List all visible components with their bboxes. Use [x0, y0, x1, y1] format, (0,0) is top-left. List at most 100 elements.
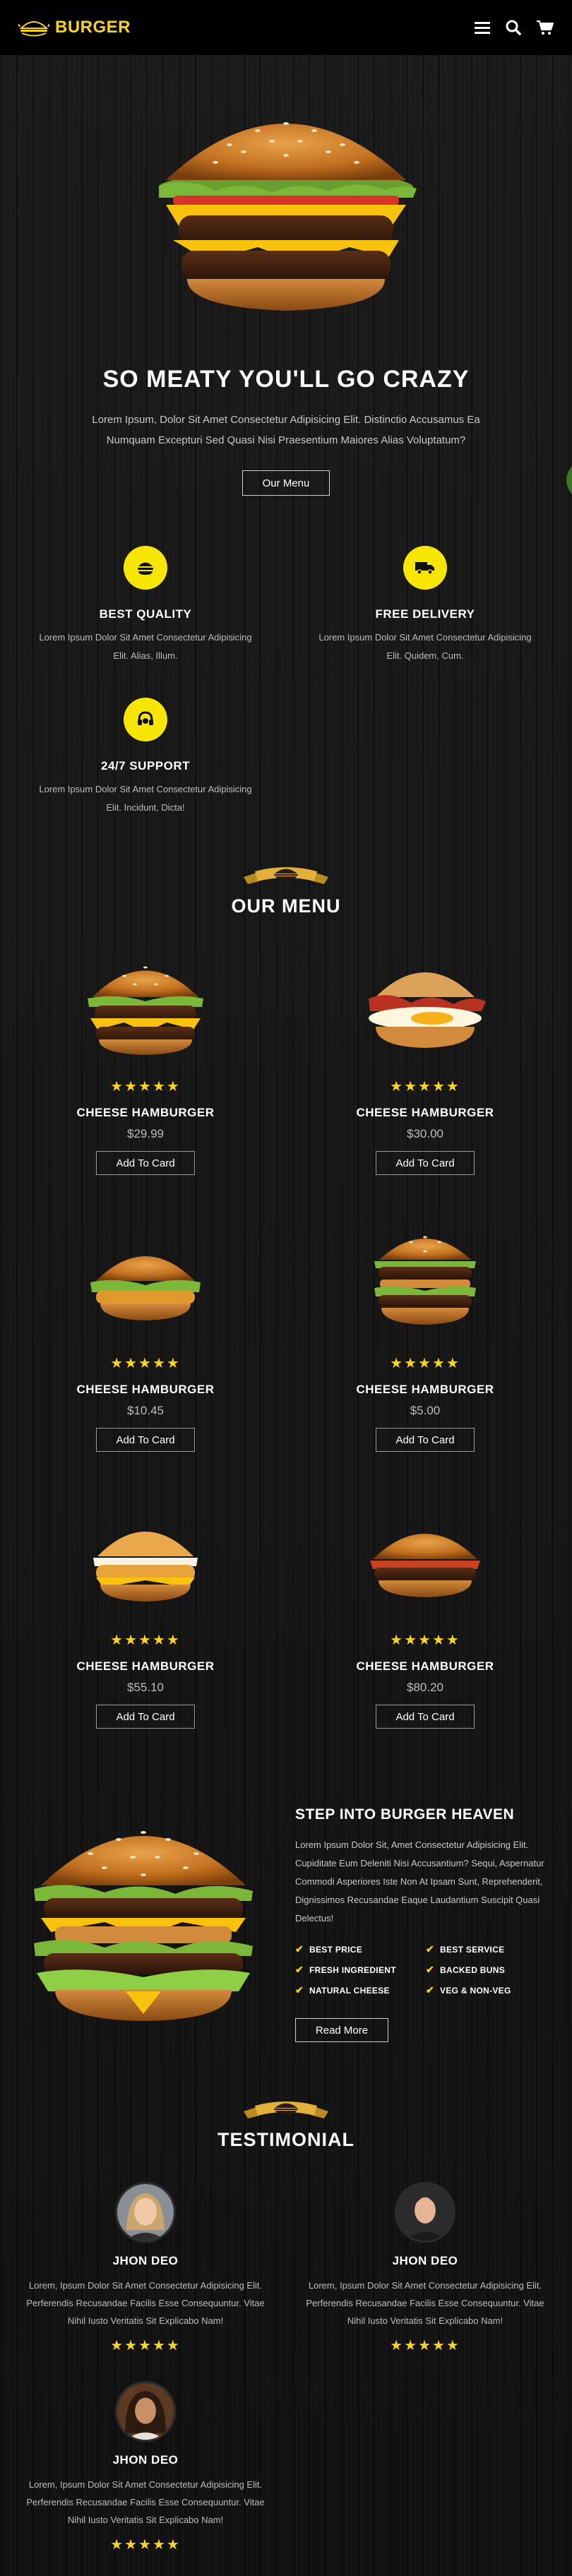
avatar — [115, 2381, 176, 2442]
menu-item-name: CHEESE HAMBURGER — [76, 1106, 215, 1119]
rating-stars: ★★★★★ — [110, 2537, 181, 2553]
menu-card: ★★★★★ CHEESE HAMBURGER $5.00 Add To Card — [319, 1224, 531, 1452]
brand-logo[interactable]: BURGER — [18, 17, 131, 38]
burger-logo-icon — [18, 21, 49, 37]
avatar — [395, 2182, 455, 2243]
feature-description: Lorem Ipsum Dolor Sit Amet Consectetur A… — [318, 632, 532, 661]
check-icon: ✔ — [295, 1964, 304, 1975]
hero-burger-image — [159, 122, 417, 311]
man-avatar-icon — [397, 2184, 453, 2241]
testimonial-name: JHON DEO — [392, 2254, 458, 2267]
read-more-button[interactable]: Read More — [295, 2018, 388, 2042]
menu-item-price: $80.20 — [407, 1681, 443, 1694]
feature-icon-badge — [403, 546, 447, 590]
testimonial-name: JHON DEO — [112, 2254, 179, 2267]
feature-icon-badge — [124, 546, 167, 590]
feature-title: BEST QUALITY — [99, 607, 192, 621]
menu-item-name: CHEESE HAMBURGER — [356, 1659, 494, 1673]
add-to-card-button[interactable]: Add To Card — [376, 1705, 475, 1729]
add-to-card-button[interactable]: Add To Card — [96, 1151, 195, 1175]
check-item: ✔ NATURAL CHEESE — [295, 1984, 390, 1996]
add-to-card-button[interactable]: Add To Card — [376, 1428, 475, 1452]
menu-item-name: CHEESE HAMBURGER — [356, 1383, 494, 1396]
feature-icon-badge — [124, 698, 167, 741]
testimonial-card: JHON DEO Lorem, Ipsum Dolor Sit Amet Con… — [4, 2182, 287, 2354]
testimonial-text: Lorem, Ipsum Dolor Sit Amet Consectetur … — [26, 2280, 265, 2326]
menu-item-name: CHEESE HAMBURGER — [356, 1106, 494, 1119]
rating-stars: ★★★★★ — [110, 1079, 181, 1095]
check-item: ✔ BEST PRICE — [295, 1943, 363, 1955]
feature-free-delivery: FREE DELIVERY Lorem Ipsum Dolor Sit Amet… — [298, 546, 552, 665]
testimonial-card: JHON DEO Lorem, Ipsum Dolor Sit Amet Con… — [284, 2182, 566, 2354]
rating-stars: ★★★★★ — [390, 1079, 460, 1095]
feature-description: Lorem Ipsum Dolor Sit Amet Consectetur A… — [39, 632, 252, 661]
check-item: ✔ BACKED BUNS — [426, 1964, 506, 1975]
avatar — [115, 2182, 176, 2243]
feature-best-quality: BEST QUALITY Lorem Ipsum Dolor Sit Amet … — [18, 546, 273, 665]
add-to-card-button[interactable]: Add To Card — [376, 1151, 475, 1175]
menu-card: ★★★★★ CHEESE HAMBURGER $80.20 Add To Car… — [319, 1501, 531, 1729]
burger-image — [88, 966, 203, 1055]
hero-description: Lorem Ipsum, Dolor Sit Amet Consectetur … — [92, 414, 480, 446]
about-title: STEP INTO BURGER HEAVEN — [295, 1806, 515, 1823]
rating-stars: ★★★★★ — [390, 1633, 460, 1648]
add-to-card-button[interactable]: Add To Card — [96, 1428, 195, 1452]
burger-emblem-icon — [244, 2101, 328, 2118]
menu-card: ★★★★★ CHEESE HAMBURGER $55.10 Add To Car… — [40, 1501, 251, 1729]
menu-item-price: $55.10 — [127, 1681, 164, 1694]
menu-item-name: CHEESE HAMBURGER — [76, 1383, 215, 1396]
check-icon: ✔ — [295, 1984, 304, 1996]
burger-image — [369, 972, 486, 1048]
feature-checklist: ✔ BEST PRICE ✔ BEST SERVICE ✔ FRESH INGREDI… — [295, 1943, 549, 1996]
rating-stars: ★★★★★ — [110, 1356, 181, 1371]
testimonial-text: Lorem, Ipsum Dolor Sit Amet Consectetur … — [306, 2280, 544, 2326]
check-icon: ✔ — [426, 1964, 435, 1975]
menu-item-name: CHEESE HAMBURGER — [76, 1659, 215, 1673]
truck-icon — [415, 562, 434, 575]
menu-item-price: $29.99 — [127, 1127, 164, 1140]
cart-icon[interactable] — [537, 20, 554, 35]
burger-image — [370, 1534, 480, 1597]
burger-image — [374, 1236, 476, 1325]
burger-icon — [138, 562, 153, 575]
top-navbar: BURGER — [0, 0, 572, 55]
menu-item-price: $5.00 — [410, 1404, 441, 1417]
brand-name: BURGER — [55, 18, 131, 37]
feature-description: Lorem Ipsum Dolor Sit Amet Consectetur A… — [39, 784, 252, 813]
menu-card: ★★★★★ CHEESE HAMBURGER $30.00 Add To Car… — [319, 948, 531, 1175]
add-to-card-button[interactable]: Add To Card — [96, 1705, 195, 1729]
menu-item-price: $30.00 — [407, 1127, 443, 1140]
check-item: ✔ FRESH INGREDIENT — [295, 1964, 396, 1975]
search-icon[interactable] — [506, 20, 521, 35]
check-item: ✔ VEG & NON-VEG — [426, 1984, 511, 1996]
rating-stars: ★★★★★ — [110, 2338, 181, 2354]
menu-section-title: OUR MENU — [231, 895, 341, 917]
menu-icon[interactable] — [475, 20, 490, 35]
woman-avatar-icon — [117, 2184, 174, 2241]
leaf-decoration — [566, 466, 572, 494]
our-menu-button[interactable]: Our Menu — [242, 470, 330, 496]
feature-title: FREE DELIVERY — [375, 607, 475, 621]
burger-image — [93, 1532, 198, 1602]
rating-stars: ★★★★★ — [390, 2338, 460, 2354]
menu-card: ★★★★★ CHEESE HAMBURGER $29.99 Add To Car… — [40, 948, 251, 1175]
burger-image — [90, 1256, 201, 1320]
hero-title: SO MEATY YOU'LL GO CRAZY — [102, 366, 470, 393]
menu-item-price: $10.45 — [127, 1404, 164, 1417]
testimonial-text: Lorem, Ipsum Dolor Sit Amet Consectetur … — [26, 2479, 265, 2525]
check-icon: ✔ — [426, 1984, 435, 1996]
feature-support: 24/7 SUPPORT Lorem Ipsum Dolor Sit Amet … — [18, 698, 273, 817]
check-icon: ✔ — [426, 1943, 435, 1955]
testimonial-section-title: TESTIMONIAL — [218, 2129, 354, 2150]
burger-emblem-icon — [244, 867, 328, 884]
about-description: Lorem Ipsum Dolor Sit, Amet Consectetur … — [295, 1839, 544, 1924]
big-burger-image — [34, 1831, 253, 2021]
headset-icon — [138, 711, 153, 725]
menu-card: ★★★★★ CHEESE HAMBURGER $10.45 Add To Car… — [40, 1224, 251, 1452]
rating-stars: ★★★★★ — [390, 1356, 460, 1371]
check-item: ✔ BEST SERVICE — [426, 1943, 505, 1955]
rating-stars: ★★★★★ — [110, 1633, 181, 1648]
testimonial-card: JHON DEO Lorem, Ipsum Dolor Sit Amet Con… — [4, 2381, 287, 2553]
woman-avatar-icon — [117, 2383, 174, 2440]
testimonial-name: JHON DEO — [112, 2453, 179, 2467]
